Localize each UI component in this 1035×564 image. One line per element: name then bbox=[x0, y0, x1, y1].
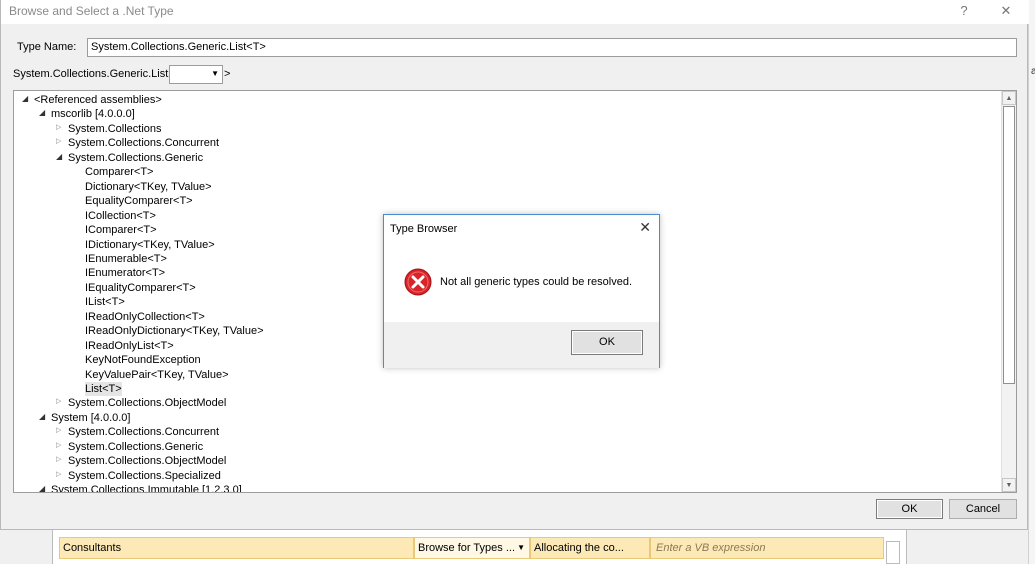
collapsed-arrow-icon[interactable]: ▷ bbox=[56, 425, 64, 435]
tree-item-label: IEnumerator<T> bbox=[85, 267, 166, 280]
tree-item-label: IReadOnlyCollection<T> bbox=[85, 310, 205, 323]
tree-item-label: mscorlib [4.0.0.0] bbox=[51, 108, 135, 121]
tree-item-label: IDictionary<TKey, TValue> bbox=[85, 238, 215, 251]
expanded-arrow-icon[interactable]: ◢ bbox=[22, 93, 30, 103]
tree-item-label: System.Collections.Specialized bbox=[68, 469, 221, 482]
variable-default-input[interactable]: Enter a VB expression bbox=[650, 537, 884, 559]
scroll-thumb[interactable] bbox=[1003, 106, 1015, 384]
tree-item-label: Comparer<T> bbox=[85, 166, 154, 179]
tree-item-label: System.Collections.ObjectModel bbox=[68, 397, 227, 410]
type-name-label: Type Name: bbox=[17, 41, 77, 53]
ok-button[interactable]: OK bbox=[876, 499, 943, 519]
dialog-title: Browse and Select a .Net Type bbox=[9, 4, 174, 18]
tree-item-label: Dictionary<TKey, TValue> bbox=[85, 180, 212, 193]
tree-item-label: System.Collections bbox=[68, 122, 162, 135]
tree-item-label: IReadOnlyDictionary<TKey, TValue> bbox=[85, 325, 264, 338]
collapsed-arrow-icon[interactable]: ▷ bbox=[56, 469, 64, 479]
error-icon bbox=[404, 268, 432, 296]
tree-item-label: IComparer<T> bbox=[85, 224, 157, 237]
tree-item-label: IList<T> bbox=[85, 296, 125, 309]
tree-item-label: System.Collections.Immutable [1.2.3.0] bbox=[51, 484, 242, 493]
variable-name-cell[interactable]: Consultants bbox=[59, 537, 414, 559]
tree-item-label: ICollection<T> bbox=[85, 209, 156, 222]
variable-scope-cell[interactable]: Allocating the co... bbox=[530, 537, 650, 559]
variable-type-select[interactable]: Browse for Types ... ▼ bbox=[414, 537, 530, 559]
collapsed-arrow-icon[interactable]: ▷ bbox=[56, 396, 64, 406]
collapsed-arrow-icon[interactable]: ▷ bbox=[56, 122, 64, 132]
tree-item-label: KeyNotFoundException bbox=[85, 354, 201, 367]
background-edge-mark: a bbox=[1031, 66, 1035, 77]
tree-vertical-scrollbar[interactable]: ▲ ▼ bbox=[1001, 91, 1016, 492]
background-window-edge: a bbox=[1028, 0, 1035, 564]
collapsed-arrow-icon[interactable]: ▷ bbox=[56, 440, 64, 450]
help-button[interactable]: ? bbox=[949, 2, 979, 22]
generic-argument-select[interactable]: ▼ bbox=[169, 65, 223, 84]
tree-item-label: System.Collections.Generic bbox=[68, 151, 204, 164]
generic-type-label: System.Collections.Generic.List < bbox=[13, 68, 178, 80]
msgbox-message: Not all generic types could be resolved. bbox=[440, 276, 632, 288]
tree-item-label: <Referenced assemblies> bbox=[34, 94, 162, 106]
expanded-arrow-icon[interactable]: ◢ bbox=[39, 483, 47, 492]
dropdown-arrow-icon: ▼ bbox=[211, 69, 219, 78]
dropdown-arrow-icon: ▼ bbox=[517, 543, 525, 552]
tree-item-label: System.Collections.Concurrent bbox=[68, 137, 220, 150]
collapsed-arrow-icon[interactable]: ▷ bbox=[56, 454, 64, 464]
cancel-button[interactable]: Cancel bbox=[949, 499, 1017, 519]
msgbox-close-icon[interactable]: ✕ bbox=[639, 219, 651, 236]
expanded-arrow-icon[interactable]: ◢ bbox=[39, 107, 47, 117]
scroll-up-icon[interactable]: ▲ bbox=[1002, 91, 1016, 105]
msgbox-footer: OK bbox=[384, 322, 659, 368]
tree-item-label: System.Collections.ObjectModel bbox=[68, 455, 227, 468]
tree-item-label: IEqualityComparer<T> bbox=[85, 281, 196, 294]
msgbox-ok-button[interactable]: OK bbox=[571, 330, 643, 355]
scroll-down-icon[interactable]: ▼ bbox=[1002, 478, 1016, 492]
tree-item-label: List<T> bbox=[85, 382, 122, 396]
tree-item-label: IEnumerable<T> bbox=[85, 252, 167, 265]
expanded-arrow-icon[interactable]: ◢ bbox=[56, 151, 64, 161]
generic-type-suffix: > bbox=[224, 68, 231, 80]
collapsed-arrow-icon[interactable]: ▷ bbox=[56, 136, 64, 146]
expanded-arrow-icon[interactable]: ◢ bbox=[39, 411, 47, 421]
type-name-input[interactable]: System.Collections.Generic.List<T> bbox=[87, 38, 1017, 57]
background-scrollbar[interactable] bbox=[886, 541, 900, 564]
type-browser-msgbox: Type Browser ✕ Not all generic types cou… bbox=[383, 214, 660, 368]
tree-item-label: System [4.0.0.0] bbox=[51, 411, 131, 424]
tree-item-label: System.Collections.Concurrent bbox=[68, 426, 220, 439]
tree-item-label: EqualityComparer<T> bbox=[85, 195, 193, 208]
variable-type-value: Browse for Types ... bbox=[418, 542, 516, 554]
tree-item-label: System.Collections.Generic bbox=[68, 440, 204, 453]
dialog-titlebar: Browse and Select a .Net Type ? ✕ bbox=[1, 0, 1029, 24]
close-button[interactable]: ✕ bbox=[991, 2, 1021, 22]
tree-item-label: KeyValuePair<TKey, TValue> bbox=[85, 368, 229, 381]
tree-item-label: IReadOnlyList<T> bbox=[85, 339, 174, 352]
msgbox-title: Type Browser bbox=[390, 223, 458, 235]
